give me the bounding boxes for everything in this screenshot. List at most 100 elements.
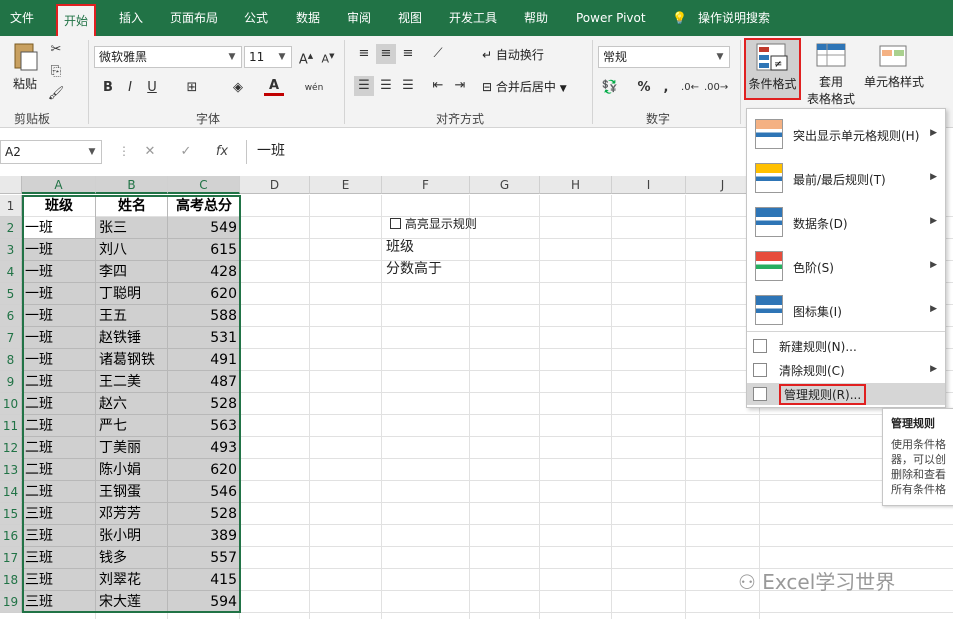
class-cell[interactable]: 三班: [22, 569, 96, 591]
font-size-combo[interactable]: 11 ▼: [244, 46, 292, 68]
enter-icon[interactable]: ✓: [176, 142, 196, 162]
underline-button[interactable]: U: [142, 78, 162, 98]
number-format-combo[interactable]: 常规 ▼: [598, 46, 730, 68]
class-cell[interactable]: 一班: [22, 327, 96, 349]
row-header[interactable]: 7: [0, 327, 22, 349]
header-cell[interactable]: 高考总分: [168, 195, 240, 217]
percent-button[interactable]: %: [634, 78, 654, 98]
header-cell[interactable]: 班级: [22, 195, 96, 217]
row-header[interactable]: 11: [0, 415, 22, 437]
row-header[interactable]: 5: [0, 283, 22, 305]
score-cell[interactable]: 557: [168, 547, 240, 569]
row-header[interactable]: 10: [0, 393, 22, 415]
highlight-rules-checkbox[interactable]: 高亮显示规则: [390, 215, 477, 232]
cut-icon[interactable]: ✂: [46, 40, 66, 60]
column-header-f[interactable]: F: [382, 176, 470, 194]
name-cell[interactable]: 王五: [96, 305, 168, 327]
tab-review[interactable]: 审阅: [341, 0, 377, 36]
border-icon[interactable]: ⊞: [182, 78, 202, 98]
score-cell[interactable]: 549: [168, 217, 240, 239]
menu-item[interactable]: 最前/最后规则(T) ▶: [747, 159, 945, 199]
class-cell[interactable]: 二班: [22, 459, 96, 481]
menu-item[interactable]: 新建规则(N)...: [747, 335, 945, 357]
font-name-combo[interactable]: 微软雅黑 ▼: [94, 46, 242, 68]
tab-help[interactable]: 帮助: [518, 0, 554, 36]
score-cell[interactable]: 620: [168, 283, 240, 305]
phonetic-icon[interactable]: wén: [304, 78, 324, 98]
align-right-icon[interactable]: ☰: [398, 76, 418, 96]
class-cell[interactable]: 二班: [22, 481, 96, 503]
row-header[interactable]: 12: [0, 437, 22, 459]
name-cell[interactable]: 丁美丽: [96, 437, 168, 459]
decrease-font-icon[interactable]: A▼: [318, 46, 338, 66]
format-painter-icon[interactable]: 🖌: [46, 84, 66, 104]
class-cell[interactable]: 二班: [22, 371, 96, 393]
align-left-icon[interactable]: ☰: [354, 76, 374, 96]
tab-data[interactable]: 数据: [290, 0, 326, 36]
column-header-g[interactable]: G: [470, 176, 540, 194]
column-header-a[interactable]: A: [22, 176, 96, 194]
column-header-c[interactable]: C: [168, 176, 240, 194]
class-cell[interactable]: 三班: [22, 591, 96, 613]
class-cell[interactable]: 三班: [22, 547, 96, 569]
row-header[interactable]: 9: [0, 371, 22, 393]
name-cell[interactable]: 王钢蛋: [96, 481, 168, 503]
class-cell[interactable]: 一班: [22, 261, 96, 283]
menu-item[interactable]: 数据条(D) ▶: [747, 203, 945, 243]
merge-center-button[interactable]: ⊟ 合并后居中 ▼: [482, 78, 567, 95]
score-cell[interactable]: 528: [168, 503, 240, 525]
name-cell[interactable]: 李四: [96, 261, 168, 283]
menu-item[interactable]: 色阶(S) ▶: [747, 247, 945, 287]
format-as-table-button[interactable]: 套用 表格格式: [806, 42, 856, 107]
class-cell[interactable]: 二班: [22, 393, 96, 415]
tab-home[interactable]: 开始: [56, 4, 97, 36]
menu-item[interactable]: 清除规则(C) ▶: [747, 359, 945, 381]
row-header[interactable]: 13: [0, 459, 22, 481]
tell-me-search[interactable]: 操作说明搜索: [692, 0, 776, 36]
menu-item[interactable]: 突出显示单元格规则(H) ▶: [747, 115, 945, 155]
score-cell[interactable]: 588: [168, 305, 240, 327]
name-cell[interactable]: 赵铁锤: [96, 327, 168, 349]
score-cell[interactable]: 389: [168, 525, 240, 547]
score-cell[interactable]: 615: [168, 239, 240, 261]
row-header[interactable]: 17: [0, 547, 22, 569]
name-cell[interactable]: 诸葛钢铁: [96, 349, 168, 371]
row-header[interactable]: 8: [0, 349, 22, 371]
row-header[interactable]: 16: [0, 525, 22, 547]
increase-font-icon[interactable]: A▲: [296, 46, 316, 67]
column-header-h[interactable]: H: [540, 176, 612, 194]
class-cell[interactable]: 二班: [22, 415, 96, 437]
name-cell[interactable]: 丁聪明: [96, 283, 168, 305]
score-cell[interactable]: 620: [168, 459, 240, 481]
tab-file[interactable]: 文件: [4, 0, 40, 36]
row-header[interactable]: 15: [0, 503, 22, 525]
class-cell[interactable]: 一班: [22, 217, 96, 239]
align-bottom-icon[interactable]: ≡: [398, 44, 418, 64]
tab-formulas[interactable]: 公式: [238, 0, 274, 36]
score-cell[interactable]: 415: [168, 569, 240, 591]
name-cell[interactable]: 张小明: [96, 525, 168, 547]
row-header[interactable]: 4: [0, 261, 22, 283]
name-cell[interactable]: 赵六: [96, 393, 168, 415]
cancel-icon[interactable]: ✕: [140, 142, 160, 162]
class-cell[interactable]: 二班: [22, 437, 96, 459]
name-cell[interactable]: 严七: [96, 415, 168, 437]
bold-button[interactable]: B: [98, 78, 118, 98]
score-cell[interactable]: 528: [168, 393, 240, 415]
column-header-d[interactable]: D: [240, 176, 310, 194]
insert-function-icon[interactable]: fx: [212, 142, 232, 162]
tab-view[interactable]: 视图: [392, 0, 428, 36]
increase-decimal-icon[interactable]: .0←: [680, 78, 700, 98]
header-cell[interactable]: 姓名: [96, 195, 168, 217]
score-cell[interactable]: 491: [168, 349, 240, 371]
align-top-icon[interactable]: ≡: [354, 44, 374, 64]
column-header-b[interactable]: B: [96, 176, 168, 194]
name-cell[interactable]: 邓芳芳: [96, 503, 168, 525]
score-cell[interactable]: 546: [168, 481, 240, 503]
paste-button[interactable]: 粘贴: [8, 42, 42, 92]
fill-color-icon[interactable]: ◈: [228, 78, 248, 98]
tab-insert[interactable]: 插入: [113, 0, 149, 36]
increase-indent-icon[interactable]: ⇥: [450, 76, 470, 96]
wrap-text-button[interactable]: ↵ 自动换行: [482, 46, 544, 63]
font-color-icon[interactable]: A: [264, 78, 284, 96]
